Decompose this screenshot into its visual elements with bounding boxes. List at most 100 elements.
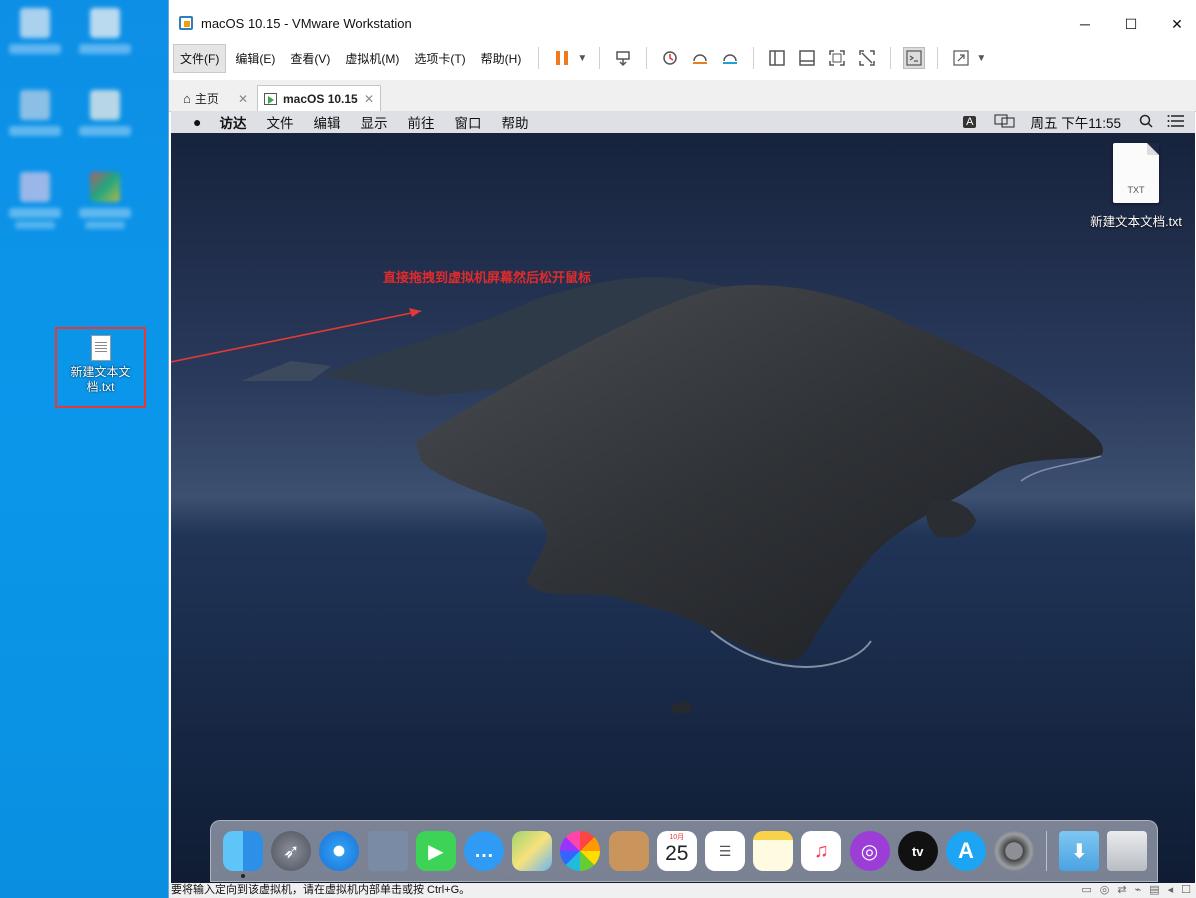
tab-label: 主页 — [194, 92, 219, 106]
safari-icon[interactable] — [319, 831, 360, 871]
notes-icon[interactable] — [753, 831, 794, 871]
system-preferences-icon[interactable] — [994, 831, 1035, 871]
menu-tabs[interactable]: 选项卡(T) — [408, 45, 471, 72]
mac-menu-help[interactable]: 帮助 — [501, 112, 528, 132]
unity-icon[interactable] — [856, 47, 878, 69]
desktop-icon-blurred[interactable] — [75, 8, 135, 78]
mac-clock[interactable]: 周五 下午11:55 — [1030, 112, 1121, 132]
cd-dvd-icon[interactable]: ◎ — [1100, 883, 1110, 898]
chevron-down-icon[interactable]: ▼ — [976, 47, 986, 69]
photos-icon[interactable] — [560, 831, 601, 871]
toolbar-separator — [538, 47, 540, 69]
maps-icon[interactable] — [512, 831, 553, 871]
apple-tv-icon[interactable]: tv — [897, 831, 938, 871]
music-icon[interactable]: ♫ — [801, 831, 842, 871]
contacts-icon[interactable] — [608, 831, 649, 871]
status-message: 要将输入定向到该虚拟机，请在虚拟机内部单击或按 Ctrl+G。 — [171, 884, 471, 896]
message-log-icon[interactable]: ☐ — [1181, 883, 1191, 898]
thumbnail-bar-icon[interactable] — [796, 47, 818, 69]
pause-icon[interactable] — [551, 47, 573, 69]
close-tab-icon[interactable]: ✕ — [238, 92, 248, 106]
reminders-icon[interactable]: ☰ — [704, 831, 745, 871]
launchpad-icon[interactable]: ➶ — [271, 831, 312, 871]
network-icon[interactable]: ⇄ — [1117, 883, 1126, 898]
mac-desktop-txt-file[interactable]: TXT 新建文本文档.txt — [1071, 143, 1195, 230]
mac-status-area: A 周五 下午11:55 — [963, 111, 1185, 133]
desktop-icon-blurred[interactable] — [5, 90, 65, 160]
close-button[interactable]: ✕ — [1157, 12, 1196, 36]
minimize-button[interactable]: ─ — [1065, 12, 1105, 36]
mac-menu-file[interactable]: 文件 — [266, 112, 293, 132]
close-tab-icon[interactable]: ✕ — [364, 92, 374, 106]
calendar-month: 10月 — [669, 834, 685, 841]
toolbar-separator — [753, 47, 755, 69]
facetime-icon[interactable]: ▶ — [415, 831, 456, 871]
notification-center-icon[interactable] — [1167, 114, 1185, 130]
window-title: macOS 10.15 - VMware Workstation — [201, 16, 412, 31]
mac-menu-edit[interactable]: 编辑 — [313, 112, 340, 132]
trash-icon[interactable] — [1107, 831, 1148, 871]
app-store-icon[interactable]: A — [945, 831, 986, 871]
spotlight-search-icon[interactable] — [1139, 114, 1153, 131]
toolbar-separator — [646, 47, 648, 69]
messages-icon[interactable]: … — [464, 831, 505, 871]
maximize-button[interactable]: ☐ — [1111, 12, 1151, 36]
desktop-icon-blurred[interactable] — [75, 172, 135, 242]
desktop-icon-blurred[interactable] — [75, 90, 135, 160]
send-ctrl-alt-del-icon[interactable] — [612, 47, 634, 69]
apple-icon[interactable]: ● — [193, 114, 201, 130]
menu-vm[interactable]: 虚拟机(M) — [339, 45, 405, 72]
toolbar-separator — [599, 47, 601, 69]
downloads-folder-icon[interactable]: ⬇ — [1059, 831, 1100, 871]
photo-browser-icon[interactable] — [367, 831, 408, 871]
hard-disk-icon[interactable]: ▭ — [1081, 883, 1091, 898]
finder-icon[interactable] — [223, 831, 264, 878]
tab-macos[interactable]: macOS 10.15 ✕ — [257, 85, 381, 112]
vmware-window: macOS 10.15 - VMware Workstation ─ ☐ ✕ 文… — [168, 0, 1196, 898]
tab-strip: ⌂ 主页 ✕ macOS 10.15 ✕ — [169, 80, 1196, 112]
menu-view[interactable]: 查看(V) — [284, 45, 336, 72]
mac-menu-go[interactable]: 前往 — [407, 112, 434, 132]
chevron-down-icon[interactable]: ▼ — [577, 47, 587, 69]
library-view-icon[interactable] — [766, 47, 788, 69]
vmware-app-icon — [179, 16, 193, 30]
input-source-indicator[interactable]: A — [963, 116, 977, 128]
podcasts-icon[interactable]: ◎ — [849, 831, 890, 871]
menu-edit[interactable]: 编辑(E) — [229, 45, 281, 72]
usb-icon[interactable]: ⌁ — [1135, 883, 1142, 898]
vm-console-screen[interactable]: ● 访达 文件 编辑 显示 前往 窗口 帮助 A 周五 下午11:55 TXT … — [171, 111, 1195, 883]
tv-label: tv — [911, 843, 924, 859]
vm-icon — [264, 93, 277, 105]
title-bar: macOS 10.15 - VMware Workstation — [169, 0, 1196, 48]
display-mirroring-icon[interactable] — [994, 114, 1016, 131]
console-view-icon[interactable] — [903, 47, 926, 69]
desktop-icon-blurred[interactable] — [5, 172, 65, 242]
sound-icon[interactable]: ◂ — [1168, 883, 1174, 898]
tab-home[interactable]: ⌂ 主页 ✕ — [177, 85, 254, 112]
mac-menu-finder[interactable]: 访达 — [219, 112, 246, 132]
text-file-icon — [90, 335, 111, 361]
printer-icon[interactable]: ▤ — [1149, 883, 1159, 898]
desktop-icon-blurred[interactable] — [5, 8, 65, 78]
calendar-icon[interactable]: 10月 25 — [656, 831, 697, 871]
mac-file-name: 新建文本文档.txt — [1090, 215, 1182, 229]
desktop-text-file-highlighted[interactable]: 新建文本文档.txt — [55, 327, 146, 408]
menu-help[interactable]: 帮助(H) — [475, 45, 528, 72]
stretch-guest-icon[interactable] — [950, 47, 972, 69]
status-bar: 要将输入定向到该虚拟机，请在虚拟机内部单击或按 Ctrl+G。 ▭ ◎ ⇄ ⌁ … — [169, 883, 1196, 898]
mac-menu-view[interactable]: 显示 — [360, 112, 387, 132]
txt-document-icon: TXT — [1113, 143, 1159, 203]
snapshot-manager-icon[interactable] — [719, 47, 741, 69]
mac-menu-window[interactable]: 窗口 — [454, 112, 481, 132]
running-indicator — [241, 874, 246, 878]
menu-bar: 文件(F) 编辑(E) 查看(V) 虚拟机(M) 选项卡(T) 帮助(H) ▼ — [169, 42, 1196, 74]
revert-snapshot-icon[interactable] — [689, 47, 711, 69]
snapshot-icon[interactable] — [659, 47, 681, 69]
toolbar-separator — [937, 47, 939, 69]
mac-dock: ➶ ▶ … 10月 25 ☰ ♫ ◎ tv A ⬇ — [210, 820, 1158, 882]
menu-file[interactable]: 文件(F) — [173, 43, 227, 73]
device-status-icons: ▭ ◎ ⇄ ⌁ ▤ ◂ ☐ — [1081, 883, 1191, 898]
full-screen-icon[interactable] — [826, 47, 848, 69]
home-icon: ⌂ — [183, 91, 191, 106]
windows-desktop: 新建文本文档.txt — [0, 0, 168, 898]
